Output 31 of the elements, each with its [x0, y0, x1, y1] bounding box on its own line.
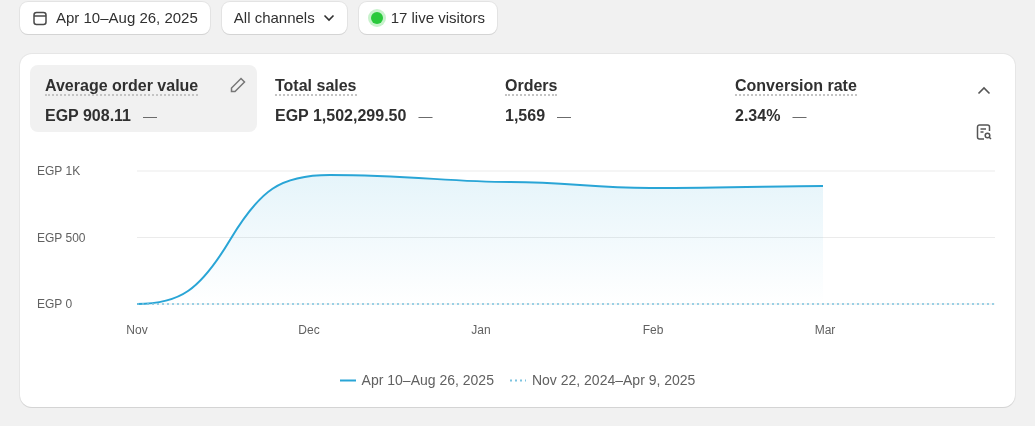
change-indicator: —	[792, 106, 807, 126]
axis-label: Nov	[126, 323, 148, 337]
metric-value: 2.34%	[735, 106, 781, 126]
live-visitors-button[interactable]: 17 live visitors	[358, 2, 497, 34]
metric-label: Conversion rate	[735, 77, 857, 96]
metric-value: 1,569	[505, 106, 546, 126]
metric-value: EGP 1,502,299.50	[275, 106, 407, 126]
channels-dropdown[interactable]: All channels	[221, 2, 347, 34]
metric-label: Average order value	[45, 77, 199, 96]
axis-label: Dec	[298, 323, 320, 337]
metric-label: Total sales	[275, 77, 357, 96]
legend-label: Nov 22, 2024–Apr 9, 2025	[531, 371, 696, 390]
pencil-icon[interactable]	[229, 76, 247, 94]
change-indicator: —	[557, 106, 572, 126]
change-indicator: —	[143, 106, 157, 126]
metric-tile[interactable]: Average order value EGP 908.11 —	[30, 65, 257, 132]
metric-value: EGP 908.11	[45, 106, 131, 126]
axis-label: EGP 0	[37, 297, 73, 311]
date-range-button[interactable]: Apr 10–Aug 26, 2025	[20, 2, 210, 34]
report-search-icon[interactable]	[975, 123, 993, 141]
axis-label: EGP 1K	[37, 164, 81, 178]
calendar-icon	[32, 10, 48, 26]
metric-label: Orders	[505, 77, 558, 96]
chevron-down-icon	[322, 14, 335, 22]
axis-label: Jan	[471, 323, 491, 337]
axis-label: Mar	[814, 323, 836, 337]
change-indicator: —	[418, 106, 433, 126]
axis-label: Feb	[642, 323, 664, 337]
legend-label: Apr 10–Aug 26, 2025	[361, 371, 494, 390]
chevron-up-icon[interactable]	[977, 86, 991, 95]
axis-label: EGP 500	[37, 230, 86, 245]
